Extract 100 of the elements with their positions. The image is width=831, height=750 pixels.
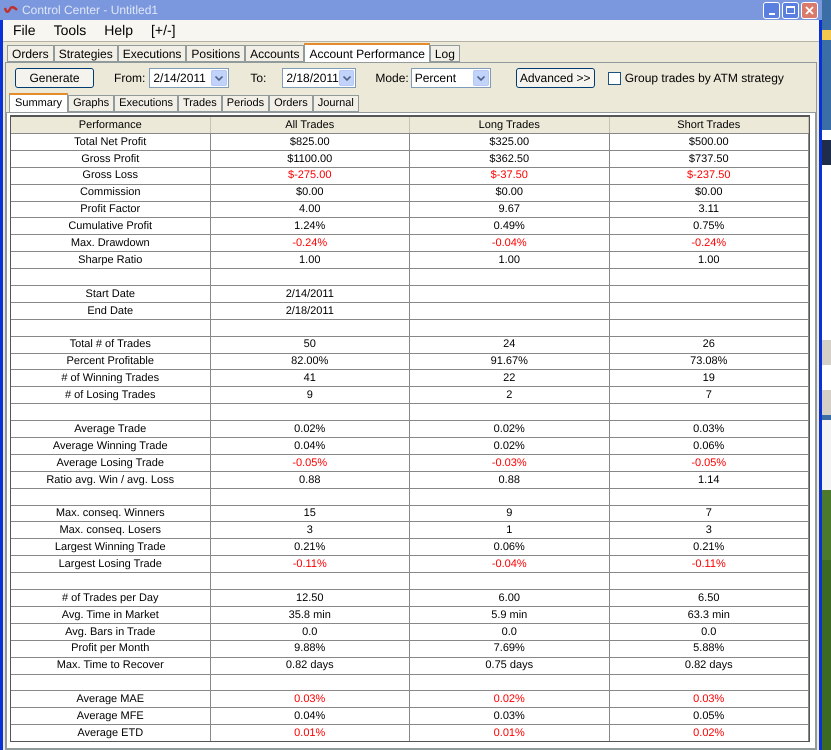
to-date-dropdown[interactable]: 2/18/2011 [282, 68, 356, 88]
row-label: Average ETD [11, 725, 210, 742]
group-checkbox-label: Group trades by ATM strategy [624, 70, 784, 87]
table-cell-text: 0.82 days [684, 658, 733, 674]
table-cell-text: 0.02% [494, 438, 525, 454]
tab[interactable]: Trades [178, 95, 222, 112]
table-cell-text: 0.75 days [485, 658, 534, 674]
table-cell-text: 2/18/2011 [286, 304, 334, 319]
table-cell-text: 0.02% [494, 422, 525, 437]
table-cell-text: 0.02% [494, 692, 525, 708]
table-cell-text: 22 [503, 371, 516, 386]
table-cell-text: 50 [304, 337, 316, 352]
tab[interactable]: Account Performance [304, 43, 430, 62]
generate-button[interactable]: Generate [15, 68, 94, 88]
table-cell-text: 5.9 min [491, 608, 528, 623]
table-cell-text: 0.02% [693, 726, 724, 741]
menu-item[interactable]: File [13, 20, 36, 41]
row-label: Gross Loss [11, 168, 210, 184]
table-cell-text: 0.0 [701, 624, 716, 640]
table-cell-text: 1.00 [299, 252, 320, 268]
row-label: # of Winning Trades [11, 370, 210, 386]
row-label: Largest Losing Trade [11, 556, 210, 572]
table-cell-text: 0.02% [294, 422, 326, 437]
mode-dropdown[interactable]: Percent [410, 68, 491, 88]
tab[interactable]: Journal [312, 95, 359, 112]
table-cell-text: 82.00% [291, 354, 328, 370]
table-cell-text: 9.88% [294, 641, 326, 656]
table-cell-text: -0.04% [492, 236, 527, 252]
tab[interactable]: Graphs [68, 95, 114, 112]
table-cell-text: -0.24% [691, 236, 726, 252]
row-label: Max. Time to Recover [11, 658, 210, 674]
tab[interactable]: Positions [186, 45, 246, 62]
table-cell-text: 0.05% [693, 708, 724, 724]
table-cell-text: $325.00 [489, 134, 530, 150]
table-cell-text: 0.0 [502, 624, 517, 640]
tab[interactable]: Periods [222, 95, 270, 112]
group-checkbox[interactable] [608, 72, 621, 84]
row-label: Percent Profitable [11, 354, 210, 370]
menu-item[interactable]: [+/-] [151, 20, 176, 41]
table-cell-text: -0.24% [292, 236, 328, 252]
table-cell-text: $1100.00 [287, 152, 332, 167]
table-cell-text: 0.01% [294, 726, 326, 741]
column-header[interactable]: Performance [11, 117, 210, 133]
mode-label: Mode: [375, 70, 409, 87]
menu-item[interactable]: Help [104, 20, 134, 41]
table-cell-text: $-37.50 [490, 168, 528, 184]
menu-item[interactable]: Tools [54, 20, 86, 41]
row-label: Max. conseq. Winners [11, 506, 210, 522]
table-cell-text: 0.0 [302, 624, 318, 640]
tab[interactable]: Strategies [54, 45, 118, 62]
table-cell-text: 91.67% [490, 354, 528, 370]
table-cell-text: -0.05% [691, 456, 726, 471]
tab[interactable]: Executions [118, 45, 186, 62]
row-label: Gross Profit [11, 150, 210, 167]
table-cell-text: $0.00 [296, 185, 324, 200]
close-button[interactable] [801, 2, 818, 18]
row-label: Average Winning Trade [11, 438, 210, 454]
table-cell-text: 63.3 min [688, 608, 730, 623]
table-cell-text: 0.88 [299, 472, 320, 488]
table-cell-text: $737.50 [688, 152, 729, 167]
table-cell-text: 9.67 [498, 202, 520, 218]
tab[interactable]: Executions [114, 95, 178, 112]
close-icon [805, 6, 814, 14]
row-label: Average Losing Trade [11, 454, 210, 471]
table-cell-text: 3.11 [698, 202, 720, 218]
table-cell-text: $0.00 [694, 185, 723, 200]
tab[interactable]: Orders [7, 45, 54, 62]
to-label: To: [250, 70, 266, 87]
table-cell-text: 1 [506, 523, 512, 538]
tab[interactable]: Accounts [245, 45, 304, 62]
table-cell-text: 0.82 days [286, 658, 334, 674]
table-cell-text: 41 [304, 371, 316, 386]
table-cell-text: 3 [306, 523, 313, 538]
tab[interactable]: Summary [9, 93, 68, 112]
minimize-button[interactable] [763, 2, 780, 18]
row-label: Avg. Time in Market [11, 606, 210, 623]
table-cell-text: 15 [304, 506, 316, 522]
app-logo-icon [4, 5, 18, 15]
window-title: Control Center - Untitled1 [22, 2, 158, 19]
table-cell-text: 0.04% [294, 708, 326, 724]
table-cell-text: 0.75% [693, 219, 724, 234]
tab[interactable]: Log [430, 45, 460, 62]
table-cell-text: 7.69% [494, 641, 525, 656]
row-label: Largest Winning Trade [11, 539, 210, 556]
advanced-button[interactable]: Advanced >> [516, 68, 595, 88]
table-cell-text: 1.24% [294, 219, 326, 234]
row-label: Sharpe Ratio [11, 252, 210, 268]
table-cell-text: 0.49% [494, 219, 525, 234]
row-label: Profit Factor [11, 202, 210, 218]
column-header[interactable]: Long Trades [410, 117, 610, 133]
column-header[interactable]: All Trades [210, 117, 410, 133]
row-label: Avg. Bars in Trade [11, 624, 210, 640]
row-label: Max. Drawdown [11, 235, 210, 252]
maximize-button[interactable] [782, 2, 799, 18]
table-cell-text: 9 [506, 506, 512, 522]
column-header[interactable]: Short Trades [610, 117, 809, 133]
table-cell-text: 4.00 [299, 202, 320, 218]
from-date-dropdown[interactable]: 2/14/2011 [149, 68, 230, 88]
table-cell-text: 0.03% [693, 422, 724, 437]
tab[interactable]: Orders [269, 95, 313, 112]
